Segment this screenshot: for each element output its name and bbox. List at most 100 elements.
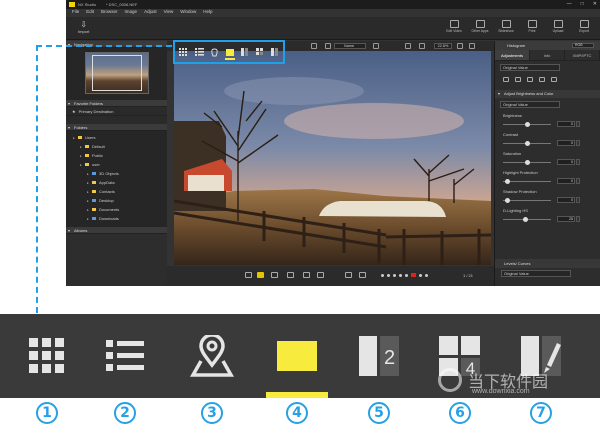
thumbnail-grid-button[interactable] [24, 314, 70, 398]
reject-icon[interactable] [411, 273, 416, 277]
rating-dot[interactable] [419, 273, 422, 277]
slider-knob[interactable] [525, 160, 530, 165]
folders-header[interactable]: Folders [66, 124, 167, 131]
favorites-header[interactable]: Favorite Folders [66, 100, 167, 107]
pen-tool-icon[interactable] [503, 77, 509, 82]
slider-spin-button[interactable] [576, 216, 580, 222]
sort-select[interactable]: Name [334, 43, 366, 49]
rating-dot[interactable] [381, 273, 384, 277]
retouch-brush-icon[interactable] [515, 77, 521, 82]
adjust-brightness-header[interactable]: Adjust Brightness and Color [495, 90, 600, 98]
zoom-in-icon[interactable] [469, 43, 475, 49]
slideshow-button[interactable]: Slideshow [496, 20, 516, 33]
tab-info[interactable]: Info [530, 50, 565, 60]
menu-image[interactable]: Image [125, 9, 138, 17]
folder-tree-item[interactable]: ▸ Public [66, 151, 167, 160]
rating-dot[interactable] [399, 273, 402, 277]
import-button[interactable]: ⇩ Import [78, 20, 89, 34]
slider-spin-button[interactable] [576, 159, 580, 165]
slider-spin-button[interactable] [576, 121, 580, 127]
edit-video-button[interactable]: Edit Video [444, 20, 464, 33]
preset-select[interactable]: Original Value [500, 64, 560, 71]
rotate-left-icon[interactable] [345, 272, 352, 278]
slider-value-field[interactable]: 0 [557, 197, 575, 203]
crop-icon[interactable] [303, 272, 310, 278]
menu-help[interactable]: Help [203, 9, 212, 17]
histogram-icon[interactable] [317, 272, 324, 278]
tab-adjustments[interactable]: Adjustments [495, 50, 530, 60]
thumbnail-list-button[interactable] [102, 314, 148, 398]
levels-curves-header[interactable]: Levels/ Curves [495, 259, 600, 268]
actual-size-icon[interactable] [419, 43, 425, 49]
favorite-item[interactable]: ★ Primary Destination [66, 107, 167, 116]
close-button[interactable]: ✕ [593, 1, 597, 7]
folder-tree-item[interactable]: ▸ Documents [66, 205, 167, 214]
histogram-header[interactable]: Histogram RGB [495, 41, 600, 50]
slider-knob[interactable] [523, 217, 528, 222]
menu-adjust[interactable]: Adjust [144, 9, 157, 17]
map-button[interactable] [186, 314, 238, 398]
folder-tree-item[interactable]: ▸ Contacts [66, 187, 167, 196]
navigator-view-frame[interactable] [92, 55, 142, 91]
fit-screen-icon[interactable] [325, 43, 331, 49]
slider-value-field[interactable]: 0 [557, 159, 575, 165]
brightness-preset-select[interactable]: Original Value [500, 101, 560, 108]
folder-tree-item[interactable]: ▸ Desktop [66, 196, 167, 205]
two-image-compare-button[interactable]: 2 [356, 314, 402, 398]
menu-view[interactable]: View [164, 9, 174, 17]
crop-tool-icon[interactable] [527, 77, 533, 82]
rating-dot[interactable] [387, 273, 390, 277]
label-icon[interactable] [245, 272, 252, 278]
folder-tree-item[interactable]: ▸ Users [66, 133, 167, 142]
slider-spin-button[interactable] [576, 197, 580, 203]
slider-track[interactable] [503, 181, 551, 182]
menu-browser[interactable]: Browser [101, 9, 118, 17]
zoom-out-icon[interactable] [457, 43, 463, 49]
filter-icon[interactable] [373, 43, 379, 49]
minimize-button[interactable]: — [567, 1, 572, 7]
slider-knob[interactable] [525, 122, 530, 127]
folder-tree-item[interactable]: ▸ Downloads [66, 214, 167, 223]
compare-icon[interactable] [271, 272, 278, 278]
view-toggle-icon[interactable] [405, 43, 411, 49]
slider-value-field[interactable]: 0 [557, 121, 575, 127]
slider-spin-button[interactable] [576, 178, 580, 184]
image-viewer[interactable] [174, 51, 491, 265]
menu-file[interactable]: File [72, 9, 79, 17]
levels-preset-select[interactable]: Original Value [501, 270, 571, 277]
menu-window[interactable]: Window [180, 9, 196, 17]
zoom-select[interactable]: 22.8% [434, 43, 452, 49]
folder-tree-item[interactable]: ▸ Default [66, 142, 167, 151]
other-apps-button[interactable]: Other Apps [470, 20, 490, 33]
print-button[interactable]: Print [522, 20, 542, 33]
folder-tree-item[interactable]: ▸ AppData [66, 178, 167, 187]
menu-edit[interactable]: Edit [86, 9, 94, 17]
export-button[interactable]: Export [574, 20, 594, 33]
rating-dots[interactable] [381, 273, 428, 277]
straighten-icon[interactable] [539, 77, 545, 82]
slider-value-field[interactable]: 25 [557, 216, 575, 222]
info-icon[interactable] [287, 272, 294, 278]
display-options-icon[interactable] [311, 43, 317, 49]
undo-icon[interactable] [551, 77, 557, 82]
rating-dot[interactable] [425, 273, 428, 277]
upload-button[interactable]: Upload [548, 20, 568, 33]
slider-value-field[interactable]: 0 [557, 178, 575, 184]
color-label-icon[interactable] [257, 272, 264, 278]
image-viewer-button[interactable] [272, 314, 322, 398]
slider-spin-button[interactable] [576, 140, 580, 146]
histogram-channel-select[interactable]: RGB [572, 43, 594, 48]
tab-xmp-iptc[interactable]: XMP/IPTC [565, 50, 600, 60]
slider-knob[interactable] [505, 179, 510, 184]
slider-knob[interactable] [525, 141, 530, 146]
maximize-button[interactable]: □ [581, 1, 584, 7]
slider-track[interactable] [503, 200, 551, 201]
slider-value-field[interactable]: 0 [557, 140, 575, 146]
slider-knob[interactable] [505, 198, 510, 203]
folder-tree-item[interactable]: ▸ 3D Objects [66, 169, 167, 178]
rating-dot[interactable] [405, 273, 408, 277]
rating-dot[interactable] [393, 273, 396, 277]
rotate-right-icon[interactable] [359, 272, 366, 278]
folder-tree-item[interactable]: ▸ user [66, 160, 167, 169]
albums-header[interactable]: Albums [66, 227, 167, 234]
